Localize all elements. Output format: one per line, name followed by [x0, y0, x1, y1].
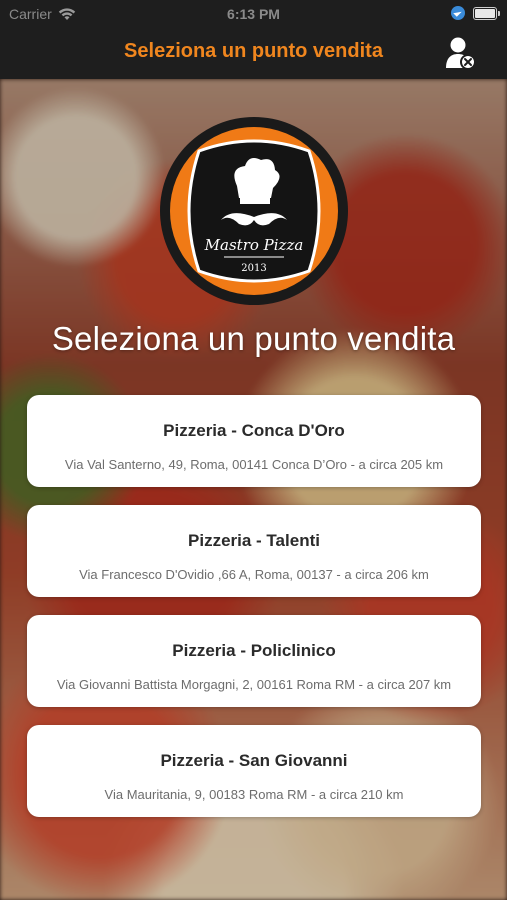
store-address: Via Mauritania, 9, 00183 Roma RM - a cir… [104, 787, 404, 802]
store-card[interactable]: Pizzeria - San Giovanni Via Mauritania, … [27, 725, 481, 817]
top-bar: Carrier 6:13 PM Seleziona un punto vendi… [0, 0, 507, 79]
store-address: Via Giovanni Battista Morgagni, 2, 00161… [56, 677, 452, 692]
store-name: Pizzeria - San Giovanni [160, 751, 348, 770]
status-bar: Carrier 6:13 PM [0, 0, 507, 28]
store-name: Pizzeria - Conca D'Oro [163, 421, 345, 440]
status-time: 6:13 PM [227, 6, 280, 22]
user-remove-button[interactable] [445, 35, 477, 71]
logo-brand-text: Mastro Pizza [204, 236, 304, 254]
logo-year-text: 2013 [241, 263, 266, 274]
store-name: Pizzeria - Talenti [188, 531, 320, 550]
user-remove-icon [446, 37, 476, 70]
brand-logo: Mastro Pizza 2013 [159, 116, 349, 306]
store-address: Via Francesco D'Ovidio ,66 A, Roma, 0013… [79, 567, 429, 582]
store-name: Pizzeria - Policlinico [172, 641, 336, 660]
store-card[interactable]: Pizzeria - Talenti Via Francesco D'Ovidi… [27, 505, 481, 597]
battery-icon [473, 6, 500, 20]
nav-title: Seleziona un punto vendita [124, 40, 383, 62]
store-card[interactable]: Pizzeria - Conca D'Oro Via Val Santerno,… [27, 395, 481, 487]
store-address: Via Val Santerno, 49, Roma, 00141 Conca … [64, 457, 444, 472]
status-right-icons [451, 6, 500, 20]
store-card[interactable]: Pizzeria - Policlinico Via Giovanni Batt… [27, 615, 481, 707]
page-headline: Seleziona un punto vendita [51, 320, 456, 357]
location-arrow-icon [451, 6, 465, 20]
